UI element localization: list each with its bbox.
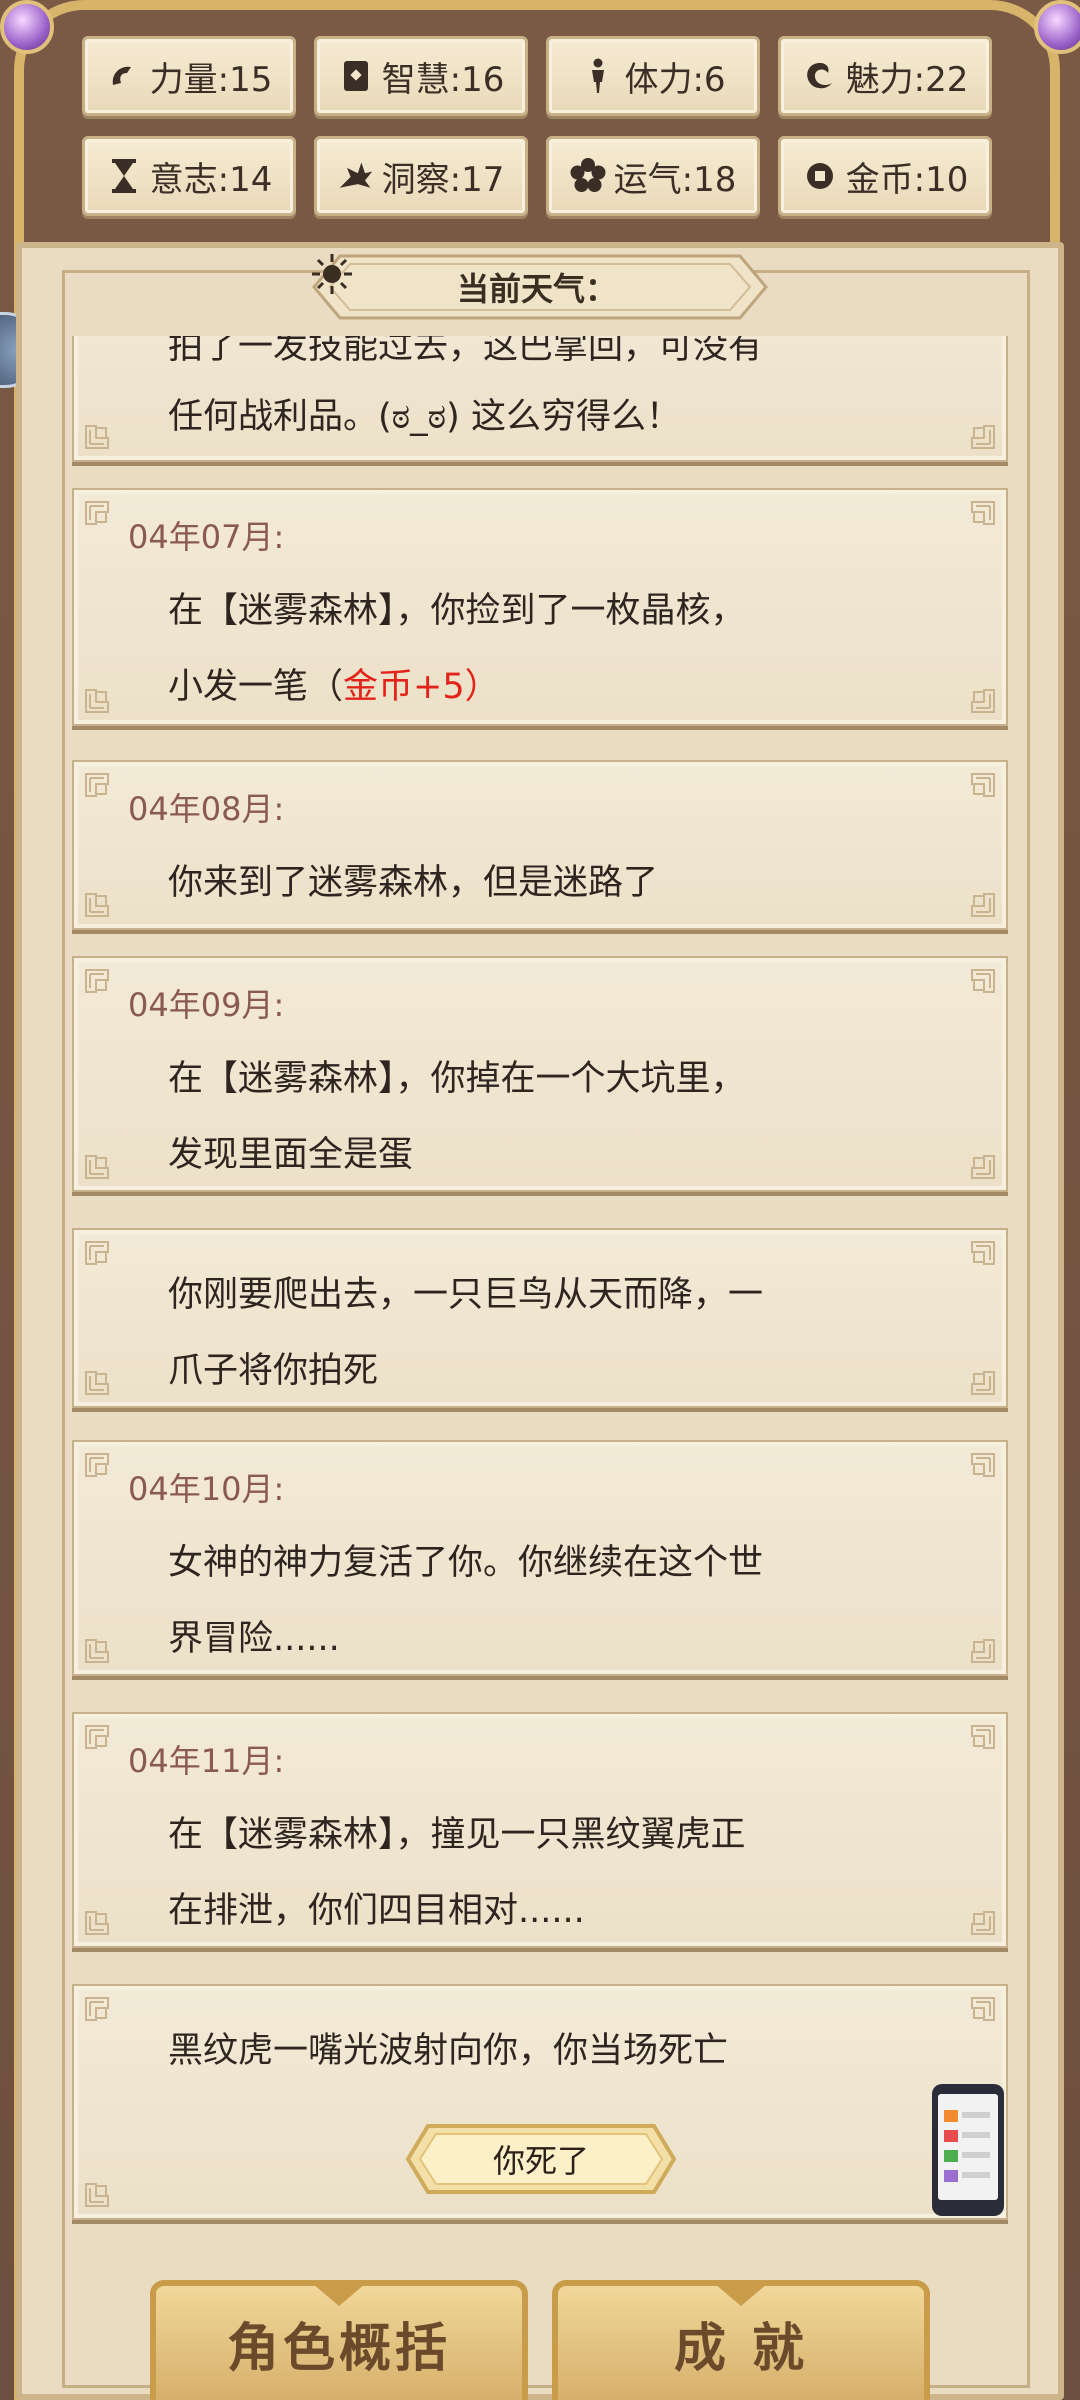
log-text: 爪子将你拍死: [168, 1351, 379, 1391]
corner-ornament-icon: [971, 1639, 995, 1663]
tab-achievements[interactable]: 成 就: [552, 2280, 930, 2400]
stat-label: 智慧:16: [381, 59, 505, 100]
corner-gem-icon: [0, 0, 54, 54]
corner-ornament-icon: [971, 969, 995, 993]
corner-ornament-icon: [971, 501, 995, 525]
coin-icon: [802, 158, 838, 194]
log-card: 04年07月: 在【迷雾森林】，你捡到了一枚晶核， 小发一笔（金币+5）: [72, 488, 1008, 726]
weather-label: 当前天气：: [456, 270, 617, 308]
log-text: 拍了一发技能过去，这巴掌回，可没有: [168, 336, 764, 367]
log-text: 小发一笔（金币+5）: [168, 658, 500, 709]
log-text-part: 小发一笔（: [168, 667, 344, 707]
book-icon: [338, 58, 374, 94]
corner-ornament-icon: [85, 425, 109, 449]
stat-label: 运气:18: [613, 159, 737, 200]
stat-label: 魅力:22: [845, 59, 969, 100]
you-died-button[interactable]: 你死了: [404, 2122, 678, 2196]
corner-ornament-icon: [85, 773, 109, 797]
log-card-partial: 拍了一发技能过去，这巴掌回，可没有 任何战利品。(ಠ_ಠ) 这么穷得么！: [72, 336, 1008, 462]
corner-ornament-icon: [85, 1371, 109, 1395]
hourglass-icon: [106, 158, 142, 194]
log-card: 04年08月: 你来到了迷雾森林，但是迷路了: [72, 760, 1008, 930]
log-text-part: ）: [464, 667, 500, 707]
wing-icon: [338, 158, 374, 194]
corner-ornament-icon: [85, 1155, 109, 1179]
weather-banner: 当前天气：: [310, 252, 770, 322]
log-text: 发现里面全是蛋: [168, 1135, 414, 1175]
corner-ornament-icon: [971, 1911, 995, 1935]
log-card: 你刚要爬出去，一只巨鸟从天而降，一 爪子将你拍死: [72, 1228, 1008, 1408]
corner-ornament-icon: [85, 1639, 109, 1663]
corner-ornament-icon: [85, 1453, 109, 1477]
corner-ornament-icon: [971, 1725, 995, 1749]
stat-insight[interactable]: 洞察:17: [314, 136, 528, 216]
corner-ornament-icon: [85, 689, 109, 713]
arm-icon: [106, 58, 142, 94]
corner-gem-icon: [1034, 0, 1080, 54]
stat-will[interactable]: 意志:14: [82, 136, 296, 216]
corner-ornament-icon: [85, 969, 109, 993]
log-date: 04年10月:: [128, 1470, 285, 1508]
stat-label: 意志:14: [149, 159, 273, 200]
stat-strength[interactable]: 力量:15: [82, 36, 296, 116]
tab-label: 成 就: [673, 2318, 809, 2379]
stat-stamina[interactable]: 体力:6: [546, 36, 760, 116]
stat-label: 体力:6: [624, 59, 726, 100]
corner-ornament-icon: [971, 1371, 995, 1395]
corner-ornament-icon: [971, 1997, 995, 2021]
corner-ornament-icon: [971, 1453, 995, 1477]
log-scroll-area[interactable]: 拍了一发技能过去，这巴掌回，可没有 任何战利品。(ಠ_ಠ) 这么穷得么！ 04年…: [72, 336, 1008, 2226]
log-text: 任何战利品。(ಠ_ಠ) 这么穷得么！: [168, 397, 681, 437]
flower-icon: [570, 158, 606, 194]
corner-ornament-icon: [85, 501, 109, 525]
corner-ornament-icon: [85, 2183, 109, 2207]
log-date: 04年08月:: [128, 790, 285, 828]
stat-label: 洞察:17: [381, 159, 505, 200]
corner-ornament-icon: [971, 893, 995, 917]
corner-ornament-icon: [971, 1155, 995, 1179]
stat-luck[interactable]: 运气:18: [546, 136, 760, 216]
log-text: 女神的神力复活了你。你继续在这个世: [168, 1543, 764, 1583]
tab-character-summary[interactable]: 角色概括: [150, 2280, 528, 2400]
tab-notch: [313, 2284, 365, 2306]
log-card: 04年09月: 在【迷雾森林】，你掉在一个大坑里， 发现里面全是蛋: [72, 956, 1008, 1192]
corner-ornament-icon: [85, 893, 109, 917]
corner-ornament-icon: [971, 425, 995, 449]
gold-reward-text: 金币+5: [343, 667, 465, 707]
swirl-icon: [802, 58, 838, 94]
corner-ornament-icon: [85, 1911, 109, 1935]
log-date: 04年11月:: [128, 1742, 285, 1780]
tab-label: 角色概括: [226, 2318, 451, 2379]
stat-gold[interactable]: 金币:10: [778, 136, 992, 216]
log-text: 界冒险......: [168, 1619, 340, 1659]
tab-notch: [715, 2284, 767, 2306]
stat-charm[interactable]: 魅力:22: [778, 36, 992, 116]
stat-label: 力量:15: [149, 59, 273, 100]
corner-ornament-icon: [85, 1997, 109, 2021]
corner-ornament-icon: [971, 773, 995, 797]
log-card: 04年11月: 在【迷雾森林】，撞见一只黑纹翼虎正 在排泄，你们四目相对....…: [72, 1712, 1008, 1948]
corner-ornament-icon: [971, 689, 995, 713]
phone-widget-icon[interactable]: [932, 2084, 1004, 2216]
log-date: 04年07月:: [128, 518, 285, 556]
corner-ornament-icon: [85, 1725, 109, 1749]
you-died-label: 你死了: [492, 2142, 589, 2180]
log-text: 在【迷雾森林】，你捡到了一枚晶核，: [168, 591, 746, 631]
log-text: 黑纹虎一嘴光波射向你，你当场死亡: [168, 2031, 729, 2071]
stat-label: 金币:10: [845, 159, 969, 200]
stat-wisdom[interactable]: 智慧:16: [314, 36, 528, 116]
log-date: 04年09月:: [128, 986, 285, 1024]
log-text: 在【迷雾森林】，撞见一只黑纹翼虎正: [168, 1815, 746, 1855]
log-card: 黑纹虎一嘴光波射向你，你当场死亡 你死了: [72, 1984, 1008, 2220]
corner-ornament-icon: [971, 1241, 995, 1265]
corner-ornament-icon: [85, 1241, 109, 1265]
log-text: 在【迷雾森林】，你掉在一个大坑里，: [168, 1059, 746, 1099]
log-text: 在排泄，你们四目相对......: [168, 1891, 585, 1931]
log-text: 你来到了迷雾森林，但是迷路了: [168, 863, 659, 903]
log-text: 你刚要爬出去，一只巨鸟从天而降，一: [168, 1275, 764, 1315]
person-icon: [580, 58, 616, 94]
log-card: 04年10月: 女神的神力复活了你。你继续在这个世 界冒险......: [72, 1440, 1008, 1676]
